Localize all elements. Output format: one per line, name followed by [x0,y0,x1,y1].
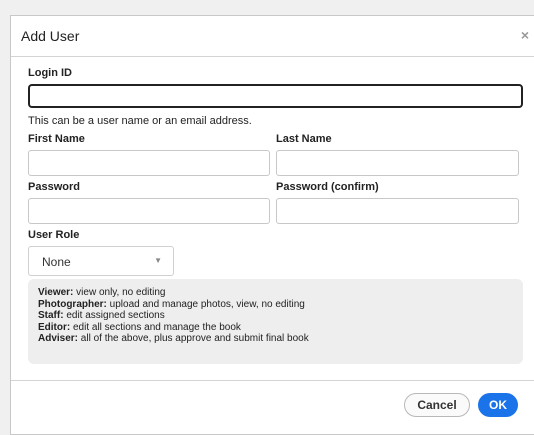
role-item-viewer: Viewer: view only, no editing [38,287,166,298]
password-label: Password [28,181,80,193]
login-id-hint: This can be a user name or an email addr… [28,115,252,127]
role-item-adviser: Adviser: all of the above, plus approve … [38,333,309,344]
chevron-down-icon: ▼ [154,256,162,265]
first-name-label: First Name [28,133,85,145]
login-id-input[interactable] [28,84,523,108]
ok-button[interactable]: OK [478,393,518,417]
last-name-label: Last Name [276,133,332,145]
close-icon[interactable]: × [521,27,529,43]
password-confirm-input[interactable] [276,198,519,224]
role-item-editor: Editor: edit all sections and manage the… [38,321,241,333]
user-role-select[interactable]: None ▼ [28,246,174,276]
role-descriptions: Viewer: view only, no editing Photograph… [28,279,523,364]
role-item-staff: Staff: edit assigned sections [38,310,165,321]
user-role-label: User Role [28,229,80,241]
add-user-dialog: Add User × Login ID This can be a user n… [10,15,534,435]
login-id-label: Login ID [28,67,72,79]
first-name-input[interactable] [28,150,270,176]
footer-divider [11,380,534,381]
dialog-header: Add User × [11,16,534,57]
password-input[interactable] [28,198,270,224]
password-confirm-label: Password (confirm) [276,181,379,193]
role-item-photographer: Photographer: upload and manage photos, … [38,298,305,310]
last-name-input[interactable] [276,150,519,176]
dialog-title: Add User [21,28,80,44]
cancel-button[interactable]: Cancel [404,393,470,417]
user-role-value: None [42,255,71,269]
